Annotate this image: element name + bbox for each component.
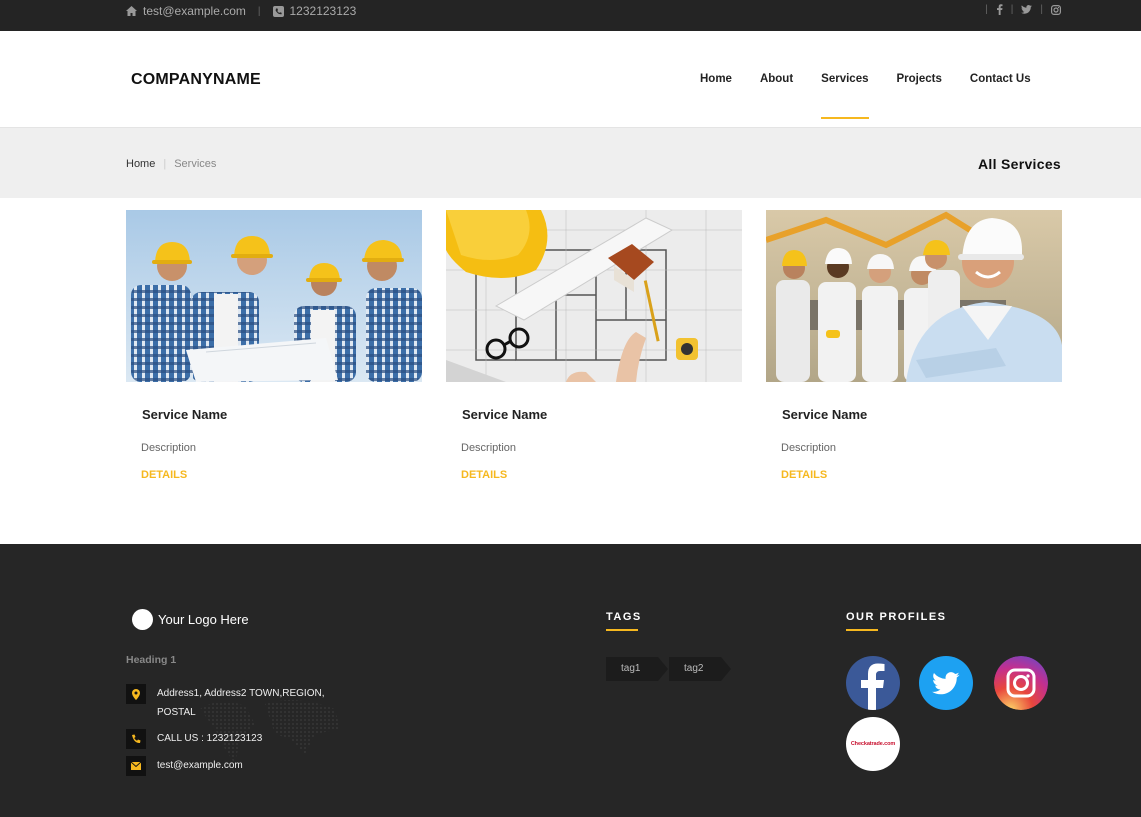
topbar-divider: | bbox=[985, 4, 988, 15]
page-title: All Services bbox=[978, 156, 1061, 172]
footer-logo-text: Your Logo Here bbox=[158, 612, 249, 627]
service-details-link[interactable]: DETAILS bbox=[781, 469, 827, 481]
service-image[interactable] bbox=[126, 210, 422, 382]
nav-home[interactable]: Home bbox=[686, 73, 746, 85]
topbar-phone[interactable]: 1232123123 bbox=[272, 4, 357, 18]
breadcrumb-separator: | bbox=[163, 158, 167, 170]
service-name: Service Name bbox=[462, 407, 548, 422]
nav-services[interactable]: Services bbox=[807, 73, 882, 119]
nav-contact-us[interactable]: Contact Us bbox=[956, 73, 1045, 85]
service-description: Description bbox=[141, 442, 197, 454]
site-footer: Your Logo Here Heading 1 Address1, Addre… bbox=[0, 544, 1141, 817]
service-image[interactable] bbox=[446, 210, 742, 382]
checkatrade-profile-icon[interactable]: Checkatrade.com bbox=[846, 717, 900, 771]
facebook-icon[interactable] bbox=[996, 4, 1003, 15]
topbar-divider: | bbox=[1040, 4, 1043, 15]
logo-circle-icon bbox=[132, 609, 153, 630]
topbar-phone-text: 1232123123 bbox=[289, 4, 357, 18]
nav-about[interactable]: About bbox=[746, 73, 807, 85]
profiles-title: OUR PROFILES bbox=[846, 611, 947, 631]
footer-email[interactable]: test@example.com bbox=[126, 756, 243, 776]
topbar-divider: | bbox=[257, 5, 261, 17]
instagram-icon[interactable] bbox=[1051, 4, 1061, 15]
phone-icon bbox=[126, 729, 146, 749]
main-nav: Home About Services Projects Contact Us bbox=[686, 73, 1045, 119]
footer-address-line2: POSTAL bbox=[157, 707, 196, 718]
envelope-icon bbox=[126, 756, 146, 776]
service-name: Service Name bbox=[142, 407, 228, 422]
footer-address-line1: Address1, Address2 TOWN,REGION, bbox=[157, 688, 325, 699]
nav-projects[interactable]: Projects bbox=[883, 73, 956, 85]
tag-item[interactable]: tag1 bbox=[606, 657, 668, 681]
page-header: Home | Services All Services bbox=[0, 128, 1141, 198]
instagram-profile-icon[interactable] bbox=[994, 656, 1048, 710]
tag-item[interactable]: tag2 bbox=[669, 657, 731, 681]
twitter-profile-icon[interactable] bbox=[919, 656, 973, 710]
top-bar: test@example.com | 1232123123 | | | bbox=[0, 0, 1141, 31]
topbar-email-text: test@example.com bbox=[143, 4, 246, 18]
facebook-profile-icon[interactable] bbox=[846, 656, 900, 710]
topbar-divider: | bbox=[1010, 4, 1014, 15]
service-description: Description bbox=[461, 442, 517, 454]
tags-title: TAGS bbox=[606, 611, 642, 631]
breadcrumb-home[interactable]: Home bbox=[126, 158, 155, 170]
service-name: Service Name bbox=[782, 407, 868, 422]
service-card: Service Name Description DETAILS bbox=[126, 210, 422, 481]
twitter-icon[interactable] bbox=[1021, 5, 1033, 14]
breadcrumb-current: Services bbox=[174, 158, 217, 170]
service-image[interactable] bbox=[766, 210, 1062, 382]
site-header: COMPANYNAME Home About Services Projects… bbox=[0, 31, 1141, 128]
footer-phone-text: CALL US : 1232123123 bbox=[157, 733, 263, 744]
map-marker-icon bbox=[126, 684, 146, 704]
topbar-email[interactable]: test@example.com bbox=[126, 4, 246, 18]
footer-address: Address1, Address2 TOWN,REGION, POSTAL bbox=[126, 684, 324, 722]
checkatrade-logo-text: Checkatrade.com bbox=[850, 741, 896, 747]
home-icon bbox=[126, 6, 137, 16]
breadcrumb: Home | Services bbox=[126, 158, 216, 170]
brand-logo[interactable]: COMPANYNAME bbox=[131, 71, 261, 89]
footer-logo[interactable]: Your Logo Here bbox=[132, 609, 249, 630]
service-card: Service Name Description DETAILS bbox=[446, 210, 742, 481]
footer-phone[interactable]: CALL US : 1232123123 bbox=[126, 729, 262, 749]
phone-square-icon bbox=[272, 5, 284, 17]
service-card: Service Name Description DETAILS bbox=[766, 210, 1062, 481]
service-details-link[interactable]: DETAILS bbox=[461, 469, 507, 481]
footer-email-text: test@example.com bbox=[157, 760, 243, 771]
footer-heading: Heading 1 bbox=[126, 654, 177, 666]
service-details-link[interactable]: DETAILS bbox=[141, 469, 187, 481]
service-description: Description bbox=[781, 442, 837, 454]
